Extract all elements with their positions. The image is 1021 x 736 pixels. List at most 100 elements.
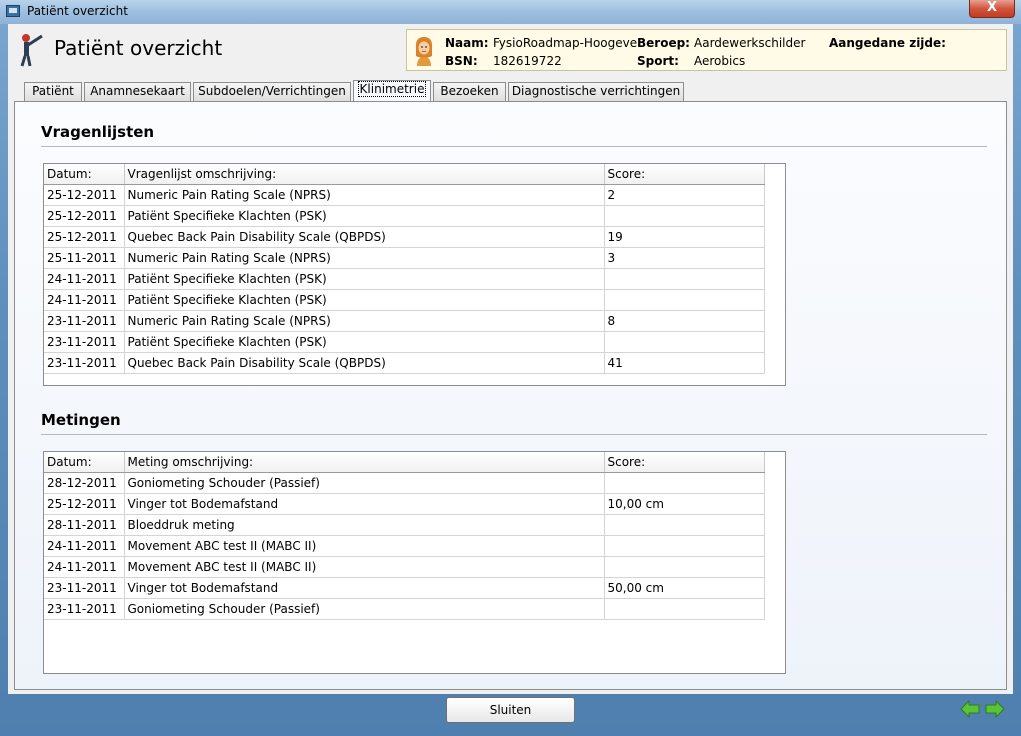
table-row[interactable]: 24-11-2011 Movement ABC test II (MABC II) (44, 535, 765, 557)
tab-bezoeken[interactable]: Bezoeken (433, 82, 506, 101)
patient-info-card: Naam: FysioRoadmap-Hoogeve BSN: 18261972… (406, 29, 1007, 71)
table-row[interactable]: 24-11-2011 Movement ABC test II (MABC II) (44, 556, 765, 578)
table-row[interactable]: 24-11-2011 Patiënt Specifieke Klachten (P… (44, 268, 765, 290)
cell-omschrijving: Bloeddruk meting (124, 514, 605, 536)
metingen-table: Datum: Meting omschrijving: Score: 28-12… (44, 452, 765, 620)
cell-score (604, 268, 765, 290)
app-icon (6, 5, 20, 17)
cell-datum: 23-11-2011 (44, 331, 125, 353)
cell-omschrijving: Movement ABC test II (MABC II) (124, 535, 605, 557)
window-titlebar: Patiënt overzicht (0, 0, 1021, 24)
naam-value: FysioRoadmap-Hoogeve (493, 36, 638, 50)
table-row[interactable]: 25-12-2011 Vinger tot Bodemafstand 10,00 c… (44, 493, 765, 515)
column-header-omschrijving[interactable]: Vragenlijst omschrijving: (124, 164, 605, 185)
cell-omschrijving: Patiënt Specifieke Klachten (PSK) (124, 289, 605, 311)
cell-datum: 25-12-2011 (44, 184, 125, 206)
cell-datum: 28-11-2011 (44, 514, 125, 536)
klinimetrie-panel: Vragenlijsten Datum: Vragenlijst omschri… (14, 101, 1007, 690)
cell-omschrijving: Numeric Pain Rating Scale (NPRS) (124, 247, 605, 269)
cell-omschrijving: Vinger tot Bodemafstand (124, 493, 605, 515)
cell-datum: 24-11-2011 (44, 535, 125, 557)
cell-score (604, 472, 765, 494)
tab-diagnostische-verrichtingen[interactable]: Diagnostische verrichtingen (508, 82, 684, 101)
sport-value: Aerobics (694, 54, 746, 68)
vragenlijsten-divider (41, 146, 987, 147)
cell-omschrijving: Patiënt Specifieke Klachten (PSK) (124, 331, 605, 353)
column-header-datum[interactable]: Datum: (44, 452, 125, 473)
table-row[interactable]: 23-11-2011 Patiënt Specifieke Klachten (P… (44, 331, 765, 353)
table-header-row: Datum: Vragenlijst omschrijving: Score: (44, 164, 765, 185)
cell-score: 8 (604, 310, 765, 332)
column-header-datum[interactable]: Datum: (44, 164, 125, 185)
aangedane-zijde-label: Aangedane zijde: (829, 36, 946, 50)
cell-omschrijving: Vinger tot Bodemafstand (124, 577, 605, 599)
column-header-score[interactable]: Score: (604, 452, 765, 473)
table-row[interactable]: 25-12-2011 Patiënt Specifieke Klachten (P… (44, 205, 765, 227)
window-close-button[interactable]: X (969, 0, 1015, 18)
tab-patient[interactable]: Patiënt (24, 82, 82, 101)
table-row[interactable]: 23-11-2011 Goniometing Schouder (Passief) (44, 598, 765, 620)
cell-datum: 25-11-2011 (44, 247, 125, 269)
bsn-value: 182619722 (493, 54, 562, 68)
tab-anamnesekaart[interactable]: Anamnesekaart (84, 82, 191, 101)
tab-subdoelen-verrichtingen[interactable]: Subdoelen/Verrichtingen (193, 82, 351, 101)
cell-omschrijving: Goniometing Schouder (Passief) (124, 598, 605, 620)
cell-omschrijving: Numeric Pain Rating Scale (NPRS) (124, 310, 605, 332)
vragenlijsten-grid[interactable]: Datum: Vragenlijst omschrijving: Score: … (43, 163, 786, 386)
metingen-title: Metingen (41, 411, 121, 429)
table-header-row: Datum: Meting omschrijving: Score: (44, 452, 765, 473)
window-client: Patiënt overzicht Naam: FysioRoadmap-Hoo… (8, 24, 1013, 694)
cell-score: 50,00 cm (604, 577, 765, 599)
tab-klinimetrie[interactable]: Klinimetrie (353, 80, 431, 102)
cell-datum: 25-12-2011 (44, 226, 125, 248)
cell-omschrijving: Patiënt Specifieke Klachten (PSK) (124, 268, 605, 290)
table-row[interactable]: 28-12-2011 Goniometing Schouder (Passief) (44, 472, 765, 494)
cell-score: 3 (604, 247, 765, 269)
cell-datum: 23-11-2011 (44, 577, 125, 599)
cell-datum: 24-11-2011 (44, 556, 125, 578)
cell-omschrijving: Patiënt Specifieke Klachten (PSK) (124, 205, 605, 227)
table-row[interactable]: 23-11-2011 Vinger tot Bodemafstand 50,00 c… (44, 577, 765, 599)
table-row[interactable]: 25-12-2011 Numeric Pain Rating Scale (NPR… (44, 184, 765, 206)
beroep-label: Beroep: (637, 36, 690, 50)
cell-datum: 24-11-2011 (44, 289, 125, 311)
table-row[interactable]: 24-11-2011 Patiënt Specifieke Klachten (P… (44, 289, 765, 311)
metingen-divider (41, 434, 987, 435)
patient-avatar-icon (415, 37, 433, 66)
table-row[interactable]: 25-12-2011 Quebec Back Pain Disability Sc… (44, 226, 765, 248)
cell-score (604, 556, 765, 578)
table-row[interactable]: 23-11-2011 Numeric Pain Rating Scale (NPR… (44, 310, 765, 332)
table-row[interactable]: 25-11-2011 Numeric Pain Rating Scale (NPR… (44, 247, 765, 269)
vragenlijsten-title: Vragenlijsten (41, 123, 155, 141)
page-title: Patiënt overzicht (54, 36, 223, 60)
bsn-label: BSN: (445, 54, 478, 68)
cell-omschrijving: Numeric Pain Rating Scale (NPRS) (124, 184, 605, 206)
physiotherapist-icon (20, 34, 43, 67)
table-row[interactable]: 28-11-2011 Bloeddruk meting (44, 514, 765, 536)
cell-score (604, 289, 765, 311)
cell-datum: 25-12-2011 (44, 493, 125, 515)
arrow-right-icon[interactable] (985, 700, 1005, 718)
cell-datum: 23-11-2011 (44, 598, 125, 620)
metingen-grid[interactable]: Datum: Meting omschrijving: Score: 28-12… (43, 451, 786, 674)
cell-score: 41 (604, 352, 765, 374)
cell-datum: 23-11-2011 (44, 352, 125, 374)
cell-omschrijving: Movement ABC test II (MABC II) (124, 556, 605, 578)
cell-score (604, 331, 765, 353)
cell-datum: 28-12-2011 (44, 472, 125, 494)
window-title: Patiënt overzicht (27, 4, 128, 18)
table-row[interactable]: 23-11-2011 Quebec Back Pain Disability Sc… (44, 352, 765, 374)
sluiten-button[interactable]: Sluiten (446, 697, 575, 723)
column-header-score[interactable]: Score: (604, 164, 765, 185)
sport-label: Sport: (637, 54, 679, 68)
cell-datum: 23-11-2011 (44, 310, 125, 332)
cell-score (604, 514, 765, 536)
cell-omschrijving: Quebec Back Pain Disability Scale (QBPDS… (124, 352, 605, 374)
cell-omschrijving: Quebec Back Pain Disability Scale (QBPDS… (124, 226, 605, 248)
arrow-left-icon[interactable] (960, 700, 980, 718)
cell-score (604, 598, 765, 620)
cell-score: 2 (604, 184, 765, 206)
cell-score: 10,00 cm (604, 493, 765, 515)
column-header-omschrijving[interactable]: Meting omschrijving: (124, 452, 605, 473)
cell-datum: 24-11-2011 (44, 268, 125, 290)
